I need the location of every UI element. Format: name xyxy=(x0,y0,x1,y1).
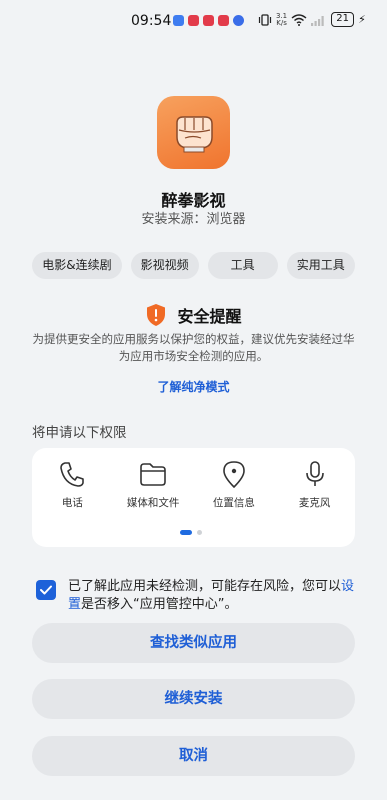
security-title: 安全提醒 xyxy=(177,307,242,326)
page-indicator xyxy=(180,530,202,535)
install-source: 安装来源：浏览器 xyxy=(141,212,246,227)
find-similar-apps-button[interactable]: 查找类似应用 xyxy=(32,623,355,663)
permission-label: 麦克风 xyxy=(298,497,331,509)
net-speed: 3.1 K/s xyxy=(276,12,287,27)
risk-acknowledge-checkbox[interactable] xyxy=(36,580,56,600)
cancel-button[interactable]: 取消 xyxy=(32,736,355,776)
net-speed-unit: K/s xyxy=(276,18,287,27)
checkmark-icon xyxy=(40,585,52,595)
battery-indicator: 21 xyxy=(331,12,355,27)
signal-icon xyxy=(311,15,324,26)
permission-label: 位置信息 xyxy=(212,497,255,509)
category-tag: 实用工具 xyxy=(286,252,355,279)
fist-icon xyxy=(175,115,213,152)
phone-icon xyxy=(60,462,85,487)
continue-install-button[interactable]: 继续安装 xyxy=(32,679,355,719)
charging-icon: ⚡ xyxy=(358,13,366,26)
risk-acknowledge-row: 已了解此应用未经检测，可能存在风险，您可以设置是否移入“应用管控中心”。 xyxy=(36,578,358,614)
security-header: 安全提醒 xyxy=(0,303,387,327)
permission-label: 电话 xyxy=(61,497,83,509)
permission-phone: 电话 xyxy=(32,459,113,510)
learn-pure-mode-link[interactable]: 了解纯净模式 xyxy=(0,378,387,395)
location-icon xyxy=(223,461,245,488)
permission-location: 位置信息 xyxy=(194,459,275,510)
status-indicators: 3.1 K/s 21 ⚡ xyxy=(258,12,366,27)
status-bar: 09:54 3.1 K/s 21 ⚡ xyxy=(0,0,387,40)
app-icon xyxy=(157,96,230,169)
security-description: 为提供更安全的应用服务以保护您的权益，建议优先安装经过华为应用市场安全检测的应用… xyxy=(32,332,355,363)
status-time: 09:54 xyxy=(131,13,172,29)
category-tag: 电影&连续剧 xyxy=(32,252,122,279)
category-tag: 影视视频 xyxy=(130,252,199,279)
permission-label: 媒体和文件 xyxy=(126,497,180,509)
microphone-icon xyxy=(305,461,324,486)
notification-app-icon xyxy=(233,15,244,26)
permission-microphone: 麦克风 xyxy=(274,459,355,510)
notification-icons xyxy=(173,15,244,26)
page-indicator-dot-active xyxy=(180,530,192,535)
wifi-icon xyxy=(291,13,307,26)
folder-icon xyxy=(140,463,166,486)
notification-app-icon xyxy=(188,15,199,26)
category-tags: 电影&连续剧 影视视频 工具 实用工具 xyxy=(0,252,387,279)
notification-app-icon xyxy=(203,15,214,26)
permissions-heading: 将申请以下权限 xyxy=(32,425,127,441)
risk-acknowledge-text: 已了解此应用未经检测，可能存在风险，您可以设置是否移入“应用管控中心”。 xyxy=(68,578,358,614)
permission-media-files: 媒体和文件 xyxy=(113,459,194,510)
acknowledge-text-after: 是否移入“应用管控中心”。 xyxy=(81,597,238,612)
notification-app-icon xyxy=(218,15,229,26)
acknowledge-text-before: 已了解此应用未经检测，可能存在风险，您可以 xyxy=(68,579,342,594)
notification-app-icon xyxy=(173,15,184,26)
warning-shield-icon xyxy=(147,304,166,326)
category-tag: 工具 xyxy=(207,252,278,279)
permissions-card[interactable]: 电话 媒体和文件 位置信息 麦克风 xyxy=(32,448,355,547)
vibrate-icon xyxy=(258,13,272,26)
page-indicator-dot xyxy=(197,530,202,535)
